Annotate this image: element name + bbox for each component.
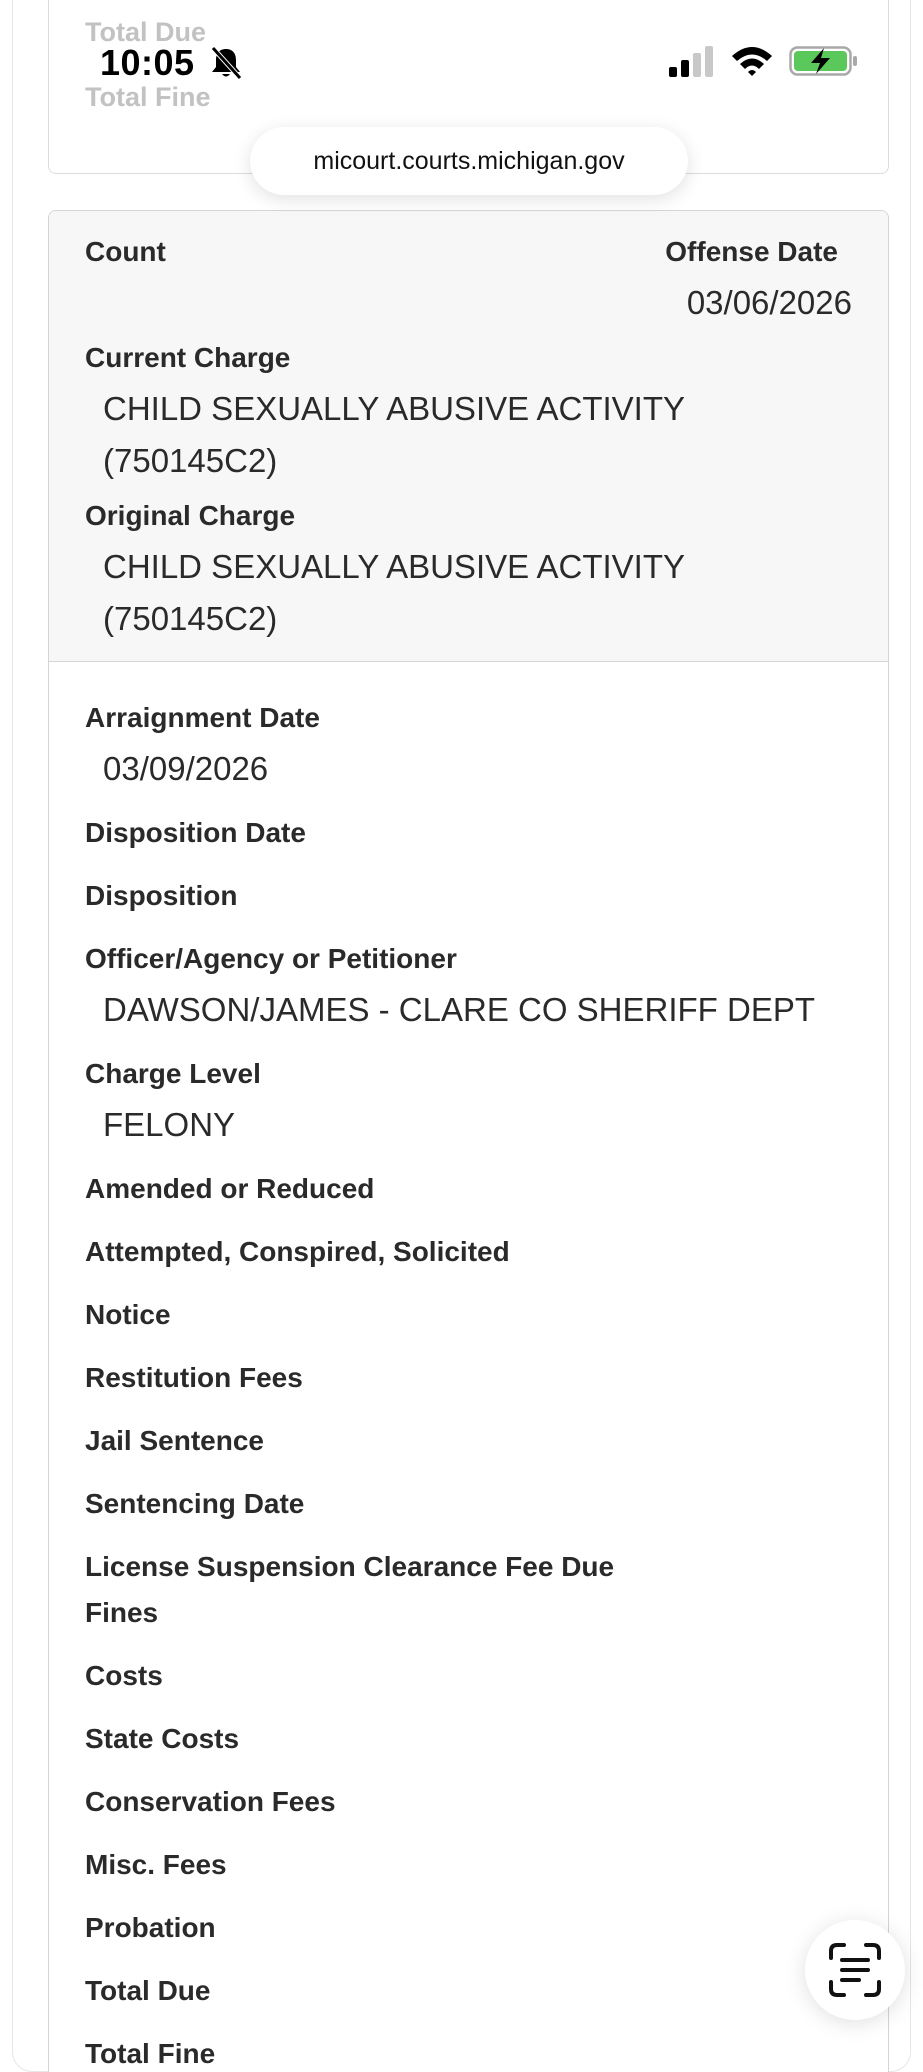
- original-charge-code: (750145C2): [103, 600, 278, 637]
- url-text: micourt.courts.michigan.gov: [313, 146, 625, 175]
- current-charge-label: Current Charge: [85, 342, 291, 373]
- amended-reduced-label: Amended or Reduced: [85, 1173, 375, 1204]
- restitution-fees-label: Restitution Fees: [85, 1362, 303, 1393]
- attempted-label: Attempted, Conspired, Solicited: [85, 1236, 510, 1267]
- count-label: Count: [85, 236, 166, 267]
- live-text-icon[interactable]: [803, 1918, 907, 2022]
- current-charge-code: (750145C2): [103, 442, 278, 479]
- costs-label: Costs: [85, 1660, 163, 1691]
- total-fine-label: Total Fine: [85, 2038, 216, 2069]
- charge-card-header: Count Offense Date 03/06/2026 Current Ch…: [49, 211, 888, 662]
- original-charge-value: CHILD SEXUALLY ABUSIVE ACTIVITY: [103, 548, 685, 585]
- previous-total-due-label: Total Due: [85, 17, 206, 47]
- conservation-fees-label: Conservation Fees: [85, 1786, 336, 1817]
- address-bar[interactable]: micourt.courts.michigan.gov: [250, 127, 688, 195]
- offense-date-value: 03/06/2026: [686, 284, 852, 321]
- officer-agency-value: DAWSON/JAMES - CLARE CO SHERIFF DEPT: [103, 991, 816, 1028]
- original-charge-label: Original Charge: [85, 500, 296, 531]
- jail-sentence-label: Jail Sentence: [85, 1425, 264, 1456]
- notice-label: Notice: [85, 1299, 171, 1330]
- total-due-label: Total Due: [85, 1975, 211, 2006]
- current-charge-value: CHILD SEXUALLY ABUSIVE ACTIVITY: [103, 390, 685, 427]
- license-fee-label: License Suspension Clearance Fee Due: [85, 1551, 615, 1582]
- offense-date-label: Offense Date: [665, 236, 838, 267]
- arraignment-date-label: Arraignment Date: [85, 702, 320, 733]
- previous-total-fine-label: Total Fine: [85, 82, 211, 112]
- disposition-label: Disposition: [85, 880, 238, 911]
- charge-card: Count Offense Date 03/06/2026 Current Ch…: [48, 210, 889, 2072]
- sentencing-date-label: Sentencing Date: [85, 1488, 305, 1519]
- misc-fees-label: Misc. Fees: [85, 1849, 227, 1880]
- arraignment-date-value: 03/09/2026: [103, 750, 269, 787]
- fines-label: Fines: [85, 1597, 159, 1628]
- state-costs-label: State Costs: [85, 1723, 240, 1754]
- charge-level-label: Charge Level: [85, 1058, 261, 1089]
- charge-level-value: FELONY: [103, 1106, 236, 1143]
- disposition-date-label: Disposition Date: [85, 817, 306, 848]
- probation-label: Probation: [85, 1912, 216, 1943]
- officer-agency-label: Officer/Agency or Petitioner: [85, 943, 457, 974]
